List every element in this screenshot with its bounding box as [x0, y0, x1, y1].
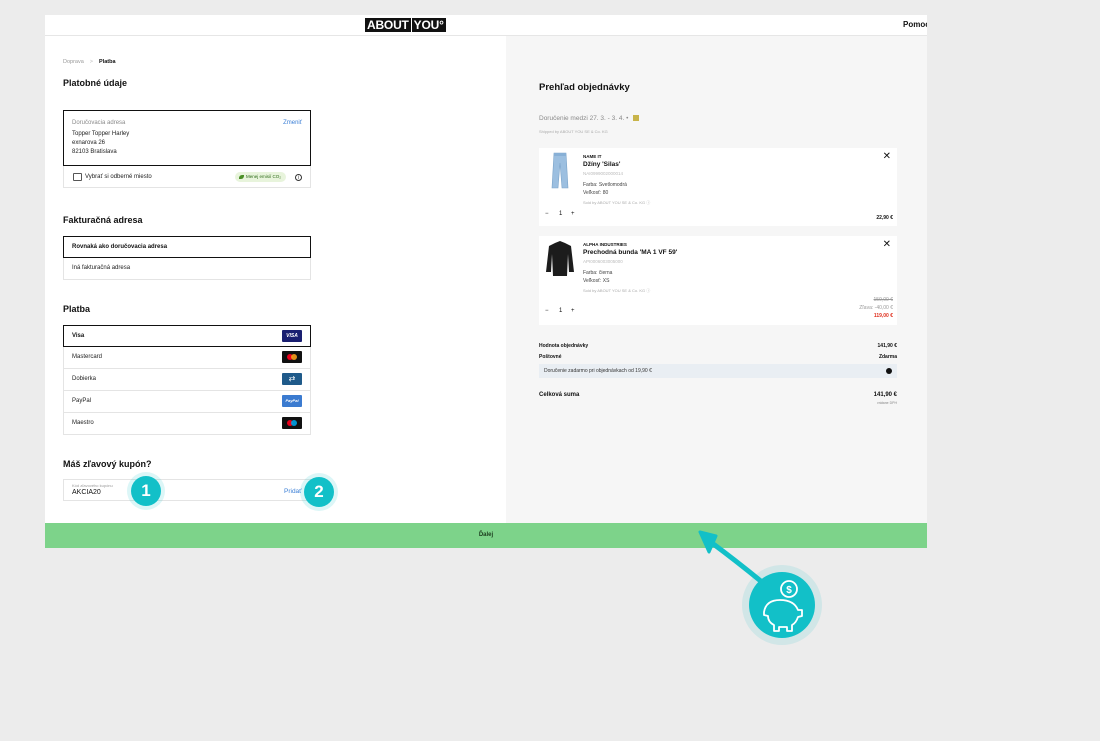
pointer-arrow-icon: [698, 530, 765, 585]
svg-text:$: $: [786, 585, 792, 596]
annotation-overlay: $: [698, 530, 822, 645]
piggy-bank-icon: $: [742, 565, 822, 645]
